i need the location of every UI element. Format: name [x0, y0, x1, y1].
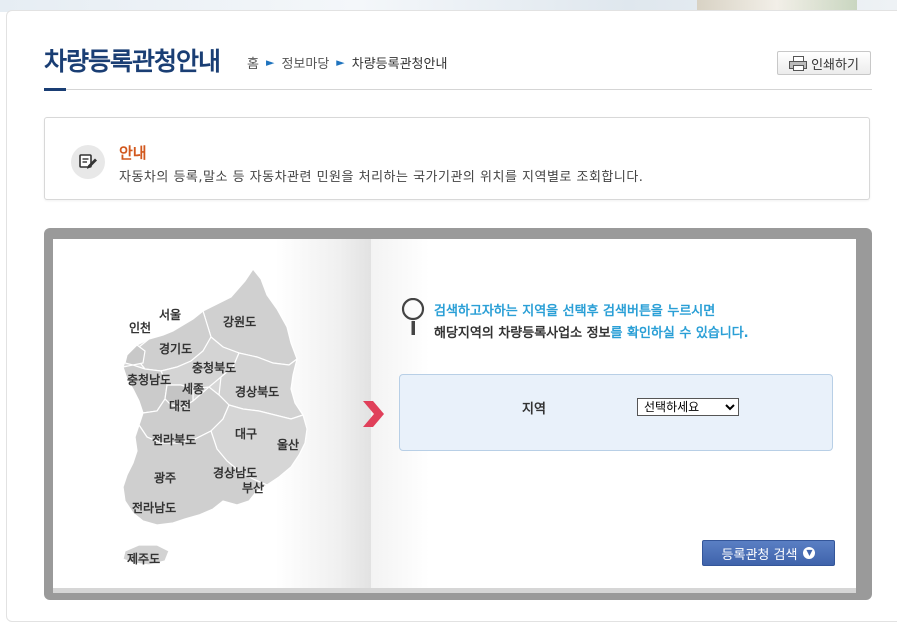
region-jeju[interactable]: 제주도: [127, 550, 160, 567]
title-accent-bar: [44, 88, 66, 91]
office-search-button[interactable]: 등록관청 검색 ▼: [702, 540, 835, 566]
search-hint: 검색하고자하는 지역을 선택후 검색버튼을 누르시면 해당지역의 차량등록사업소…: [400, 297, 749, 344]
region-seoul[interactable]: 서울: [159, 306, 181, 323]
notice-box: 안내 자동차의 등록,말소 등 자동차관련 민원을 처리하는 국가기관의 위치를…: [44, 117, 870, 200]
breadcrumb-home[interactable]: 홈: [247, 53, 259, 72]
region-gyeonggi[interactable]: 경기도: [159, 340, 192, 357]
breadcrumb-section[interactable]: 정보마당: [281, 53, 329, 72]
region-gangwon[interactable]: 강원도: [223, 313, 256, 330]
search-hint-line2-blue: 를 확인하실 수 있습니다.: [610, 326, 749, 341]
page-title: 차량등록관청안내: [44, 47, 221, 76]
region-search-panel: 서울 인천 강원도 경기도 충청북도 충청남도 세종 대전 경상북도 대구 울산…: [44, 228, 872, 600]
notice-description: 자동차의 등록,말소 등 자동차관련 민원을 처리하는 국가기관의 위치를 지역…: [119, 170, 644, 185]
region-chungbuk[interactable]: 충청북도: [192, 359, 236, 376]
search-hint-line2: 해당지역의 차량등록사업소 정보를 확인하실 수 있습니다.: [434, 322, 749, 341]
region-daejeon[interactable]: 대전: [169, 397, 191, 414]
region-daegu[interactable]: 대구: [235, 425, 257, 442]
chevron-right-arrow-icon: [363, 401, 384, 427]
print-button-label: 인쇄하기: [811, 57, 859, 73]
breadcrumb-current: 차량등록관청안내: [351, 57, 448, 72]
print-button[interactable]: 인쇄하기: [777, 51, 871, 75]
region-incheon[interactable]: 인천: [129, 319, 151, 336]
magnifier-icon: [401, 297, 425, 335]
region-select[interactable]: 선택하세요: [637, 398, 739, 416]
printer-icon: [789, 56, 808, 71]
chevron-right-icon: ►: [336, 56, 345, 69]
notice-title: 안내: [119, 144, 147, 162]
memo-pencil-icon: [71, 145, 105, 179]
region-ulsan[interactable]: 울산: [277, 436, 299, 453]
region-gyeongbuk[interactable]: 경상북도: [235, 383, 279, 400]
title-divider: [44, 89, 872, 90]
search-hint-line1: 검색하고자하는 지역을 선택후 검색버튼을 누르시면: [434, 304, 716, 319]
region-gwangju[interactable]: 광주: [154, 469, 176, 486]
korea-map-icon: [122, 267, 308, 566]
search-hint-line2-dark: 해당지역의 차량등록사업소 정보: [434, 326, 611, 341]
region-field-label: 지역: [522, 402, 546, 417]
breadcrumb: 홈 ► 정보마당 ► 차량등록관청안내: [247, 53, 447, 72]
region-sejong[interactable]: 세종: [182, 380, 204, 397]
panel-bottom-edge: [53, 588, 856, 593]
region-busan[interactable]: 부산: [242, 479, 264, 496]
region-jeonnam[interactable]: 전라남도: [132, 499, 176, 516]
office-search-button-label: 등록관청 검색: [721, 547, 798, 563]
chevron-right-icon: ►: [265, 56, 275, 69]
korea-map-page: 서울 인천 강원도 경기도 충청북도 충청남도 세종 대전 경상북도 대구 울산…: [53, 239, 371, 593]
region-chungnam[interactable]: 충청남도: [127, 371, 171, 388]
region-jeonbuk[interactable]: 전라북도: [152, 431, 196, 448]
chevron-down-icon: ▼: [803, 547, 816, 559]
search-form-box: 지역 선택하세요: [399, 374, 833, 451]
